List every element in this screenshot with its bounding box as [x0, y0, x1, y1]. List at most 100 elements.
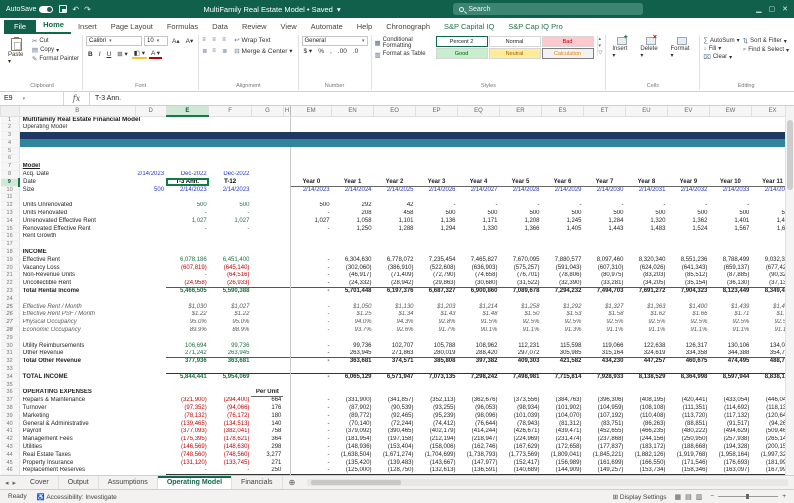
- cell[interactable]: [251, 194, 283, 202]
- tab-review[interactable]: Review: [235, 20, 274, 34]
- accessibility-status[interactable]: ♿ Accessibility: Investigate: [37, 493, 117, 501]
- cell[interactable]: [374, 233, 416, 241]
- cell[interactable]: 126,317: [667, 342, 709, 350]
- cell[interactable]: 6,197,376: [374, 288, 416, 296]
- cell[interactable]: 89.9%: [166, 327, 209, 335]
- cell[interactable]: [291, 194, 332, 202]
- cell[interactable]: [283, 436, 290, 444]
- cell[interactable]: [209, 116, 252, 124]
- cell[interactable]: 92.5%: [583, 319, 625, 327]
- minimize-button[interactable]: ▁: [756, 5, 761, 13]
- cell[interactable]: (83,203): [625, 272, 667, 280]
- cell[interactable]: (591,043): [541, 264, 583, 272]
- tab-file[interactable]: File: [4, 20, 36, 34]
- cell[interactable]: [283, 178, 290, 186]
- cell[interactable]: -: [291, 467, 332, 475]
- cell[interactable]: [541, 249, 583, 257]
- cell[interactable]: (72,244): [374, 420, 416, 428]
- cell[interactable]: [374, 334, 416, 342]
- cell[interactable]: 1,027: [166, 217, 209, 225]
- cell[interactable]: [251, 210, 283, 218]
- cell[interactable]: $1,214: [458, 303, 500, 311]
- row-header-29[interactable]: 29: [1, 334, 20, 342]
- cell[interactable]: (87,902): [332, 404, 374, 412]
- cell[interactable]: [458, 171, 500, 179]
- cell[interactable]: (231,474): [541, 436, 583, 444]
- cell[interactable]: 8,138,529: [625, 373, 667, 381]
- cell[interactable]: (659,137): [709, 264, 751, 272]
- cell[interactable]: (156,989): [541, 459, 583, 467]
- cell[interactable]: (152,417): [499, 459, 541, 467]
- cell[interactable]: [374, 389, 416, 397]
- cell[interactable]: (148,630): [209, 443, 252, 451]
- cell[interactable]: (30,680): [458, 280, 500, 288]
- row-header-39[interactable]: 39: [1, 412, 20, 420]
- cell[interactable]: [291, 381, 332, 389]
- row-header-3[interactable]: 3: [1, 132, 20, 140]
- cell[interactable]: [166, 194, 209, 202]
- cell[interactable]: (624,026): [625, 264, 667, 272]
- cell[interactable]: [541, 124, 583, 132]
- cell[interactable]: 5,954,069: [209, 373, 252, 381]
- cell[interactable]: [251, 116, 283, 124]
- cell[interactable]: (341,857): [374, 397, 416, 405]
- cell[interactable]: [499, 171, 541, 179]
- cell[interactable]: -: [291, 428, 332, 436]
- cell[interactable]: (28,942): [374, 280, 416, 288]
- row-header-4[interactable]: 4: [1, 139, 20, 147]
- cell[interactable]: $1,363: [625, 303, 667, 311]
- cell[interactable]: [667, 241, 709, 249]
- cell[interactable]: (104,959): [583, 404, 625, 412]
- conditional-formatting-button[interactable]: ▦Conditional Formatting: [375, 37, 433, 50]
- cell[interactable]: [251, 171, 283, 179]
- bold-button[interactable]: B: [86, 51, 95, 58]
- cell[interactable]: [209, 155, 252, 163]
- cell[interactable]: [499, 334, 541, 342]
- cell[interactable]: 297,072: [499, 350, 541, 358]
- cell[interactable]: (117,132): [709, 412, 751, 420]
- cell[interactable]: (250,950): [667, 436, 709, 444]
- align-middle-icon[interactable]: ≡: [212, 37, 220, 43]
- tab-data[interactable]: Data: [205, 20, 235, 34]
- cell[interactable]: 271: [251, 459, 283, 467]
- cell[interactable]: 1,320: [625, 217, 667, 225]
- cell[interactable]: (110,408): [625, 412, 667, 420]
- cell[interactable]: [283, 381, 290, 389]
- cell[interactable]: $1,292: [541, 303, 583, 311]
- cell[interactable]: [251, 163, 283, 171]
- cell[interactable]: -: [416, 202, 458, 210]
- cell[interactable]: [458, 233, 500, 241]
- cell[interactable]: [416, 124, 458, 132]
- cell[interactable]: [416, 147, 458, 155]
- cell[interactable]: (87,885): [709, 272, 751, 280]
- row-header-36[interactable]: 36: [1, 389, 20, 397]
- cell[interactable]: 92.6%: [374, 327, 416, 335]
- cell[interactable]: [251, 178, 283, 186]
- cell[interactable]: [583, 249, 625, 257]
- cell[interactable]: Year 4: [458, 178, 500, 186]
- cell[interactable]: Year 0: [291, 178, 332, 186]
- cell[interactable]: [166, 116, 209, 124]
- cell[interactable]: $1,030: [166, 303, 209, 311]
- cell[interactable]: (218,947): [458, 436, 500, 444]
- cell[interactable]: [541, 295, 583, 303]
- cell[interactable]: [458, 241, 500, 249]
- cell[interactable]: [709, 124, 751, 132]
- cell[interactable]: [499, 194, 541, 202]
- cell[interactable]: [583, 116, 625, 124]
- cell[interactable]: (135,420): [332, 459, 374, 467]
- cell[interactable]: $1,439: [709, 303, 751, 311]
- align-bottom-icon[interactable]: ≡: [222, 37, 230, 43]
- row-header-14[interactable]: 14: [1, 217, 20, 225]
- row-header-38[interactable]: 38: [1, 404, 20, 412]
- cell[interactable]: 92.5%: [709, 319, 751, 327]
- cell[interactable]: Year 7: [583, 178, 625, 186]
- row-header-18[interactable]: 18: [1, 249, 20, 257]
- page-break-view-icon[interactable]: ▥: [696, 493, 703, 501]
- cell[interactable]: [374, 171, 416, 179]
- tab-formulas[interactable]: Formulas: [160, 20, 205, 34]
- style-chip-bad[interactable]: Bad: [542, 36, 594, 47]
- cell[interactable]: [332, 295, 374, 303]
- cell[interactable]: [332, 366, 374, 374]
- cell[interactable]: [625, 241, 667, 249]
